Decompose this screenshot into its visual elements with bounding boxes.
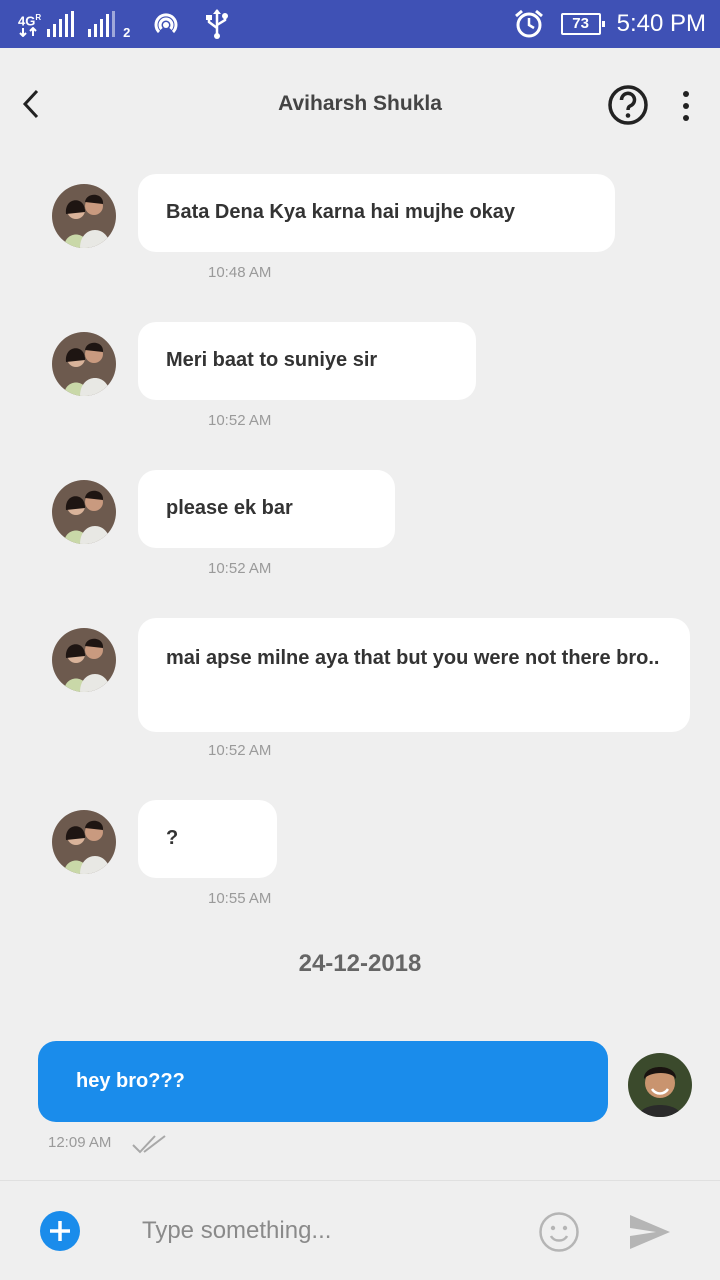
emoji-button[interactable] xyxy=(538,1211,580,1253)
signal-sim2-icon xyxy=(88,11,116,37)
double-check-icon xyxy=(132,1135,166,1154)
plus-icon xyxy=(50,1221,70,1241)
message-text: hey bro??? xyxy=(76,1070,185,1092)
message-text: please ek bar xyxy=(166,497,293,519)
send-button[interactable] xyxy=(628,1213,672,1251)
message-time: 10:48 AM xyxy=(208,264,272,281)
more-button[interactable] xyxy=(672,86,700,126)
message-time: 10:52 AM xyxy=(208,742,272,759)
date-separator: 24-12-2018 xyxy=(298,950,422,977)
contact-avatar[interactable] xyxy=(52,184,116,248)
message-text: mai apse milne aya that but you were not… xyxy=(166,647,660,669)
network-type: 4GR xyxy=(18,12,42,29)
sim2-label: 2 xyxy=(123,25,131,40)
clock: 5:40 PM xyxy=(616,10,706,37)
my-avatar[interactable] xyxy=(628,1053,692,1117)
message-text: ? xyxy=(166,827,179,849)
help-icon xyxy=(608,85,648,125)
message-bubble-incoming[interactable]: Meri baat to suniye sir xyxy=(138,322,476,400)
alarm-icon xyxy=(514,9,543,38)
status-left: 4GR 2 xyxy=(18,8,230,40)
message-bubble-incoming[interactable]: ? xyxy=(138,800,277,878)
battery-level: 73 xyxy=(572,15,589,32)
avatar-image xyxy=(52,332,116,396)
data-arrows-icon xyxy=(19,27,37,38)
status-right: 73 5:40 PM xyxy=(513,0,706,48)
avatar-image xyxy=(52,628,116,692)
message-input[interactable] xyxy=(142,1211,512,1251)
chat-header: Aviharsh Shukla xyxy=(0,48,720,160)
status-bar: 4GR 2 73 5:40 PM xyxy=(0,0,720,48)
contact-avatar[interactable] xyxy=(52,480,116,544)
help-button[interactable] xyxy=(607,84,649,126)
message-bubble-incoming[interactable]: Bata Dena Kya karna hai mujhe okay xyxy=(138,174,615,252)
message-time: 10:55 AM xyxy=(208,890,272,907)
emoji-icon xyxy=(539,1212,579,1252)
contact-avatar[interactable] xyxy=(52,628,116,692)
battery-icon: 73 xyxy=(560,13,605,35)
network-indicator: 4GR xyxy=(18,11,42,38)
message-time: 10:52 AM xyxy=(208,560,272,577)
usb-icon xyxy=(206,9,229,39)
avatar-image xyxy=(52,810,116,874)
message-bubble-incoming[interactable]: please ek bar xyxy=(138,470,395,548)
send-icon xyxy=(630,1215,670,1249)
add-attachment-button[interactable] xyxy=(40,1211,80,1251)
avatar-image xyxy=(52,184,116,248)
message-bubble-incoming[interactable]: mai apse milne aya that but you were not… xyxy=(138,618,690,732)
avatar-image xyxy=(628,1053,692,1117)
message-time: 12:09 AM xyxy=(48,1134,112,1151)
compose-bar xyxy=(0,1180,720,1280)
contact-avatar[interactable] xyxy=(52,810,116,874)
signal-icon xyxy=(47,11,75,37)
contact-avatar[interactable] xyxy=(52,332,116,396)
message-text: Meri baat to suniye sir xyxy=(166,349,378,371)
message-text: Bata Dena Kya karna hai mujhe okay xyxy=(166,201,516,223)
more-icon xyxy=(683,91,689,121)
hotspot-icon xyxy=(154,13,178,34)
message-time: 10:52 AM xyxy=(208,412,272,429)
message-bubble-outgoing[interactable]: hey bro??? xyxy=(38,1041,608,1122)
avatar-image xyxy=(52,480,116,544)
